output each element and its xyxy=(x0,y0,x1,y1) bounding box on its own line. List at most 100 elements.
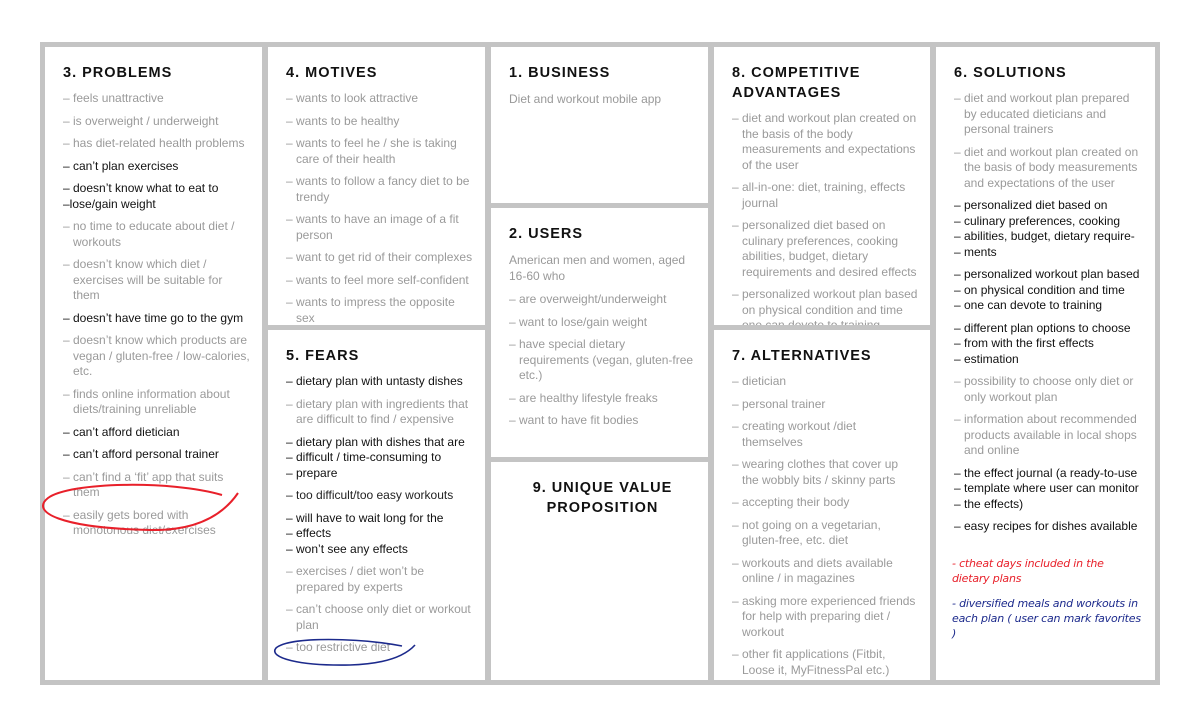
list-item-text: – from with the first effects xyxy=(954,336,1094,350)
list-item-text: – prepare xyxy=(286,465,338,480)
list-item: – template where user can monitor xyxy=(950,481,1143,497)
list-item: – personal trainer xyxy=(728,397,918,413)
list-item-text: – abilities, budget, dietary require- xyxy=(954,229,1135,243)
list-item-text: – are overweight/underweight xyxy=(509,292,667,306)
list-item: – creating workout /diet themselves xyxy=(728,419,918,450)
list-item: – want to lose/gain weight xyxy=(505,315,696,331)
list-item: – can’t afford personal trainer xyxy=(59,447,250,463)
list-item: – wants to feel more self-confident xyxy=(282,273,473,289)
list-item: – want to get rid of their complexes xyxy=(282,250,473,266)
list-item: – personalized diet based on xyxy=(950,198,1143,214)
list-item-text: – personalized workout plan based on phy… xyxy=(732,287,918,325)
list-item: – personalized diet based on culinary pr… xyxy=(728,218,918,280)
list-item-text: – doesn’t have time go to the gym xyxy=(63,310,244,325)
list-item-text: –lose/gain weight xyxy=(63,196,156,211)
list-item-text: – can’t afford dietician xyxy=(63,424,180,439)
list-item: – doesn’t know which diet / exercises wi… xyxy=(59,257,250,304)
section-title: 1. BUSINESS xyxy=(509,65,611,81)
list-item-text: – workouts and diets available online / … xyxy=(732,555,893,586)
list-item: – personalized workout plan based on phy… xyxy=(728,287,918,325)
list-item: – on physical condition and time xyxy=(950,283,1143,299)
list-item-text: – can’t plan exercises xyxy=(63,158,179,173)
list-item-text: – feels unattractive xyxy=(63,91,164,105)
list-item: – dietary plan with ingredients that are… xyxy=(282,397,473,428)
list-item: – have special dietary requirements (veg… xyxy=(505,337,696,384)
list-item-text: – can’t afford personal trainer xyxy=(63,447,219,461)
lean-canvas-board: 3. PROBLEMS – feels unattractive – is over… xyxy=(40,42,1160,685)
section-title: 3. PROBLEMS xyxy=(63,65,173,81)
list-item: – wants to feel he / she is taking care … xyxy=(282,136,473,167)
list-item: – the effect journal (a ready-to-use xyxy=(950,466,1143,482)
list-item: – dietary plan with dishes that are xyxy=(282,435,473,451)
section-unique-value-proposition: 9. UNIQUE VALUE PROPOSITION xyxy=(491,462,708,680)
list-item: – will have to wait long for the xyxy=(282,511,473,527)
section-alternatives: 7. ALTERNATIVES – dietician – personal tra… xyxy=(714,330,930,680)
list-item-text: – personalized workout plan based xyxy=(954,267,1140,281)
list-item-text: – diet and workout plan created on the b… xyxy=(954,144,1139,190)
list-item-text: – difficult / time-consuming to xyxy=(286,450,442,464)
list-item: – are overweight/underweight xyxy=(505,292,696,308)
list-item-text: – creating workout /diet themselves xyxy=(732,419,857,449)
list-item-text: – diet and workout plan prepared by educ… xyxy=(954,91,1130,136)
list-item-text: – want to get rid of their complexes xyxy=(286,250,473,264)
list-item-text: – wearing clothes that cover up the wobb… xyxy=(732,457,899,487)
list-item: – wants to look attractive xyxy=(282,91,473,107)
list-item: – can’t afford dietician xyxy=(59,425,250,441)
list-item-text: – dietary plan with dishes that are xyxy=(286,434,465,449)
list-item: – all-in-one: diet, training, effects jo… xyxy=(728,180,918,211)
list-item: – difficult / time-consuming to xyxy=(282,450,473,466)
section-motives: 4. MOTIVES – wants to look attractive – wa… xyxy=(268,47,485,325)
list-item: – ments xyxy=(950,245,1143,261)
list-item-text: – can’t find a ‘fit’ app that suits them xyxy=(63,469,224,500)
list-item-text: – dietician xyxy=(732,374,787,388)
handwritten-note: - diversified meals and workouts in each… xyxy=(952,596,1141,640)
list-item-text: – easily gets bored with monotonous diet… xyxy=(63,507,216,538)
list-item-text: – estimation xyxy=(954,351,1019,366)
section-title: 6. SOLUTIONS xyxy=(954,65,1067,81)
list-item: –lose/gain weight xyxy=(59,197,250,213)
list-item-text: – wants to be healthy xyxy=(286,113,400,128)
list-item: – has diet-related health problems xyxy=(59,136,250,152)
list-item: – easy recipes for dishes available xyxy=(950,519,1143,535)
list-item-text: – finds online information about diets/t… xyxy=(63,386,230,417)
list-item: – not going on a vegetarian, gluten-free… xyxy=(728,518,918,549)
list-item-text: – other fit applications (Fitbit, Loose … xyxy=(732,647,890,677)
list-item-text: – no time to educate about diet / workou… xyxy=(63,219,235,249)
section-description: American men and women, aged 16-60 who xyxy=(509,253,686,283)
list-item-text: – possibility to choose only diet or onl… xyxy=(954,374,1134,404)
list-item-text: – are healthy lifestyle freaks xyxy=(509,390,658,405)
section-title: 4. MOTIVES xyxy=(286,65,378,81)
list-item: – won’t see any effects xyxy=(282,542,473,558)
list-item: – too restrictive diet xyxy=(282,640,473,656)
list-item: – one can devote to training xyxy=(950,298,1143,314)
list-item-text: – doesn’t know what to eat to xyxy=(63,181,219,195)
list-item-text: – one can devote to training xyxy=(954,298,1103,312)
list-item: – information about recommended products… xyxy=(950,412,1143,459)
list-item-text: – not going on a vegetarian, gluten-free… xyxy=(732,517,881,548)
notes-spacer xyxy=(950,542,1143,556)
list-item: – can’t choose only diet or workout plan xyxy=(282,602,473,633)
list-item-text: – ments xyxy=(954,244,997,259)
list-item: – doesn’t have time go to the gym xyxy=(59,311,250,327)
list-item: – from with the first effects xyxy=(950,336,1143,352)
list-item: – can’t find a ‘fit’ app that suits them xyxy=(59,470,250,501)
list-item-text: – easy recipes for dishes available xyxy=(954,519,1138,533)
list-item-text: – the effect journal (a ready-to-use xyxy=(954,465,1138,480)
list-item-text: – doesn’t know which diet / exercises wi… xyxy=(63,257,223,302)
section-business: 1. BUSINESS Diet and workout mobile app xyxy=(491,47,708,203)
list-item-text: – want to lose/gain weight xyxy=(509,314,648,329)
list-item: – too difficult/too easy workouts xyxy=(282,488,473,504)
list-item-text: – too difficult/too easy workouts xyxy=(286,488,454,502)
list-item: – wants to follow a fancy diet to be tre… xyxy=(282,174,473,205)
list-item-text: – asking more experienced friends for he… xyxy=(732,593,916,639)
list-item: – want to have fit bodies xyxy=(505,413,696,429)
list-item: – dietician xyxy=(728,374,918,390)
list-item: – the effects) xyxy=(950,497,1143,513)
list-item-text: – wants to feel he / she is taking care … xyxy=(286,136,457,166)
list-item-text: – wants to impress the opposite sex xyxy=(286,295,455,325)
list-item: – wants to impress the opposite sex xyxy=(282,295,473,325)
section-title: 2. USERS xyxy=(509,226,584,242)
list-item: – are healthy lifestyle freaks xyxy=(505,391,696,407)
list-item: – other fit applications (Fitbit, Loose … xyxy=(728,647,918,678)
list-item: – can’t plan exercises xyxy=(59,159,250,175)
